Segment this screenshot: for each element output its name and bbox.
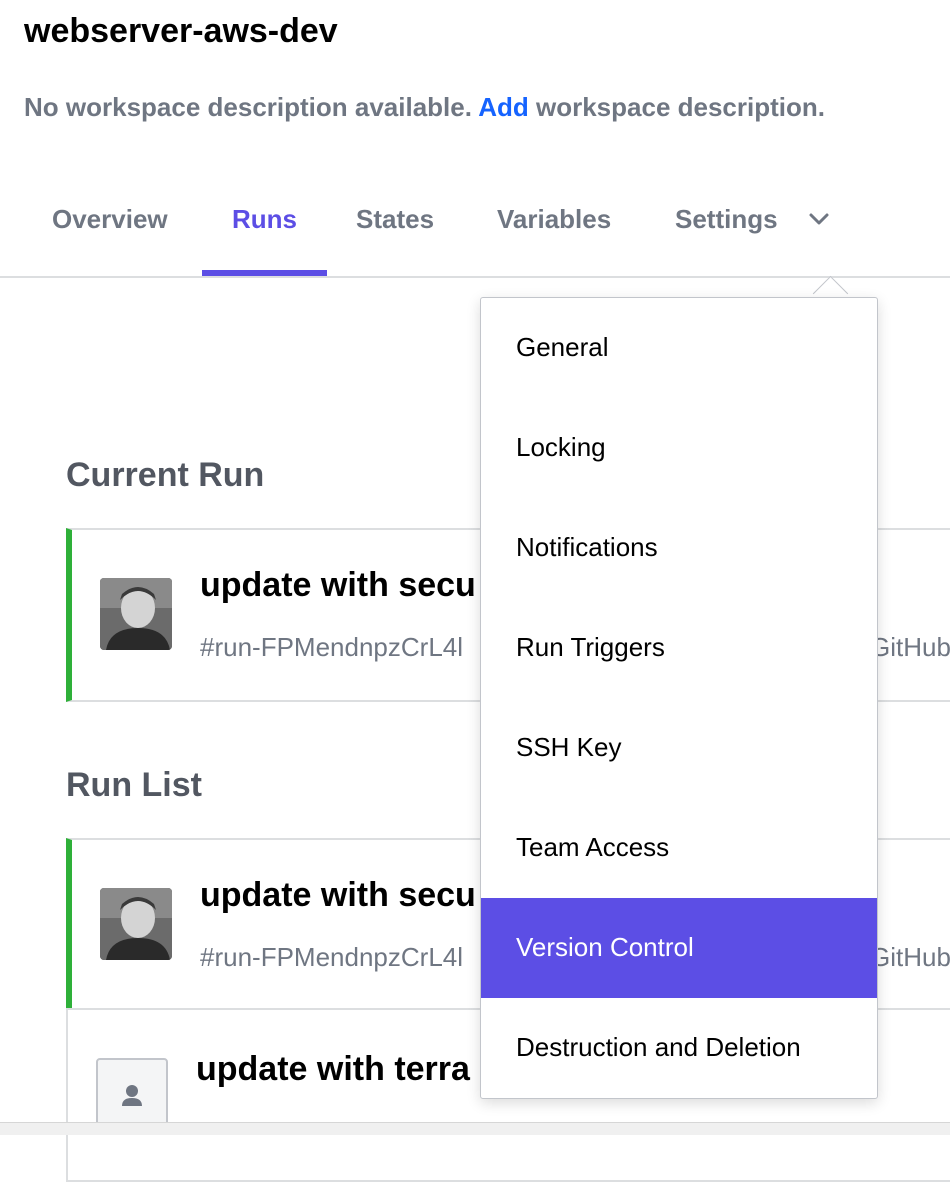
user-avatar-photo [100,578,172,650]
tab-runs[interactable]: Runs [202,204,327,276]
tab-variables[interactable]: Variables [497,204,611,276]
run-title[interactable]: update with secu [200,876,476,915]
menu-item-ssh-key[interactable]: SSH Key [481,698,877,798]
run-id[interactable]: #run-FPMendnpzCrL4l [200,632,463,663]
workspace-tabs: Overview Runs States Variables Settings [0,190,950,278]
run-trigger-source: GitHub [870,942,950,972]
run-list-heading: Run List [66,766,202,804]
workspace-title: webserver-aws-dev [24,12,338,50]
horizontal-scrollbar[interactable] [0,1122,950,1135]
tab-overview[interactable]: Overview [52,204,168,276]
user-avatar [100,578,172,650]
settings-dropdown-menu: General Locking Notifications Run Trigge… [480,297,878,1099]
menu-item-run-triggers[interactable]: Run Triggers [481,598,877,698]
generic-avatar [96,1058,168,1130]
menu-item-notifications[interactable]: Notifications [481,498,877,598]
workspace-description: No workspace description available. Add … [24,92,825,123]
run-title[interactable]: update with terra [196,1050,470,1089]
user-avatar-photo [100,888,172,960]
run-id[interactable]: #run-FPMendnpzCrL4l [200,942,463,973]
menu-item-locking[interactable]: Locking [481,398,877,498]
menu-item-general[interactable]: General [481,298,877,398]
menu-item-team-access[interactable]: Team Access [481,798,877,898]
generic-user-icon [122,1085,142,1106]
description-suffix: workspace description. [536,92,825,122]
tab-settings[interactable]: Settings [675,204,778,276]
description-text: No workspace description available. [24,92,472,122]
menu-item-destruction-and-deletion[interactable]: Destruction and Deletion [481,998,877,1098]
run-trigger-source: GitHub [870,632,950,662]
add-description-link[interactable]: Add [478,92,529,122]
user-avatar [100,888,172,960]
run-title[interactable]: update with secu [200,566,476,605]
chevron-down-icon[interactable] [806,206,832,232]
tab-states[interactable]: States [356,204,434,276]
current-run-heading: Current Run [66,456,265,494]
menu-item-version-control[interactable]: Version Control [481,898,877,998]
